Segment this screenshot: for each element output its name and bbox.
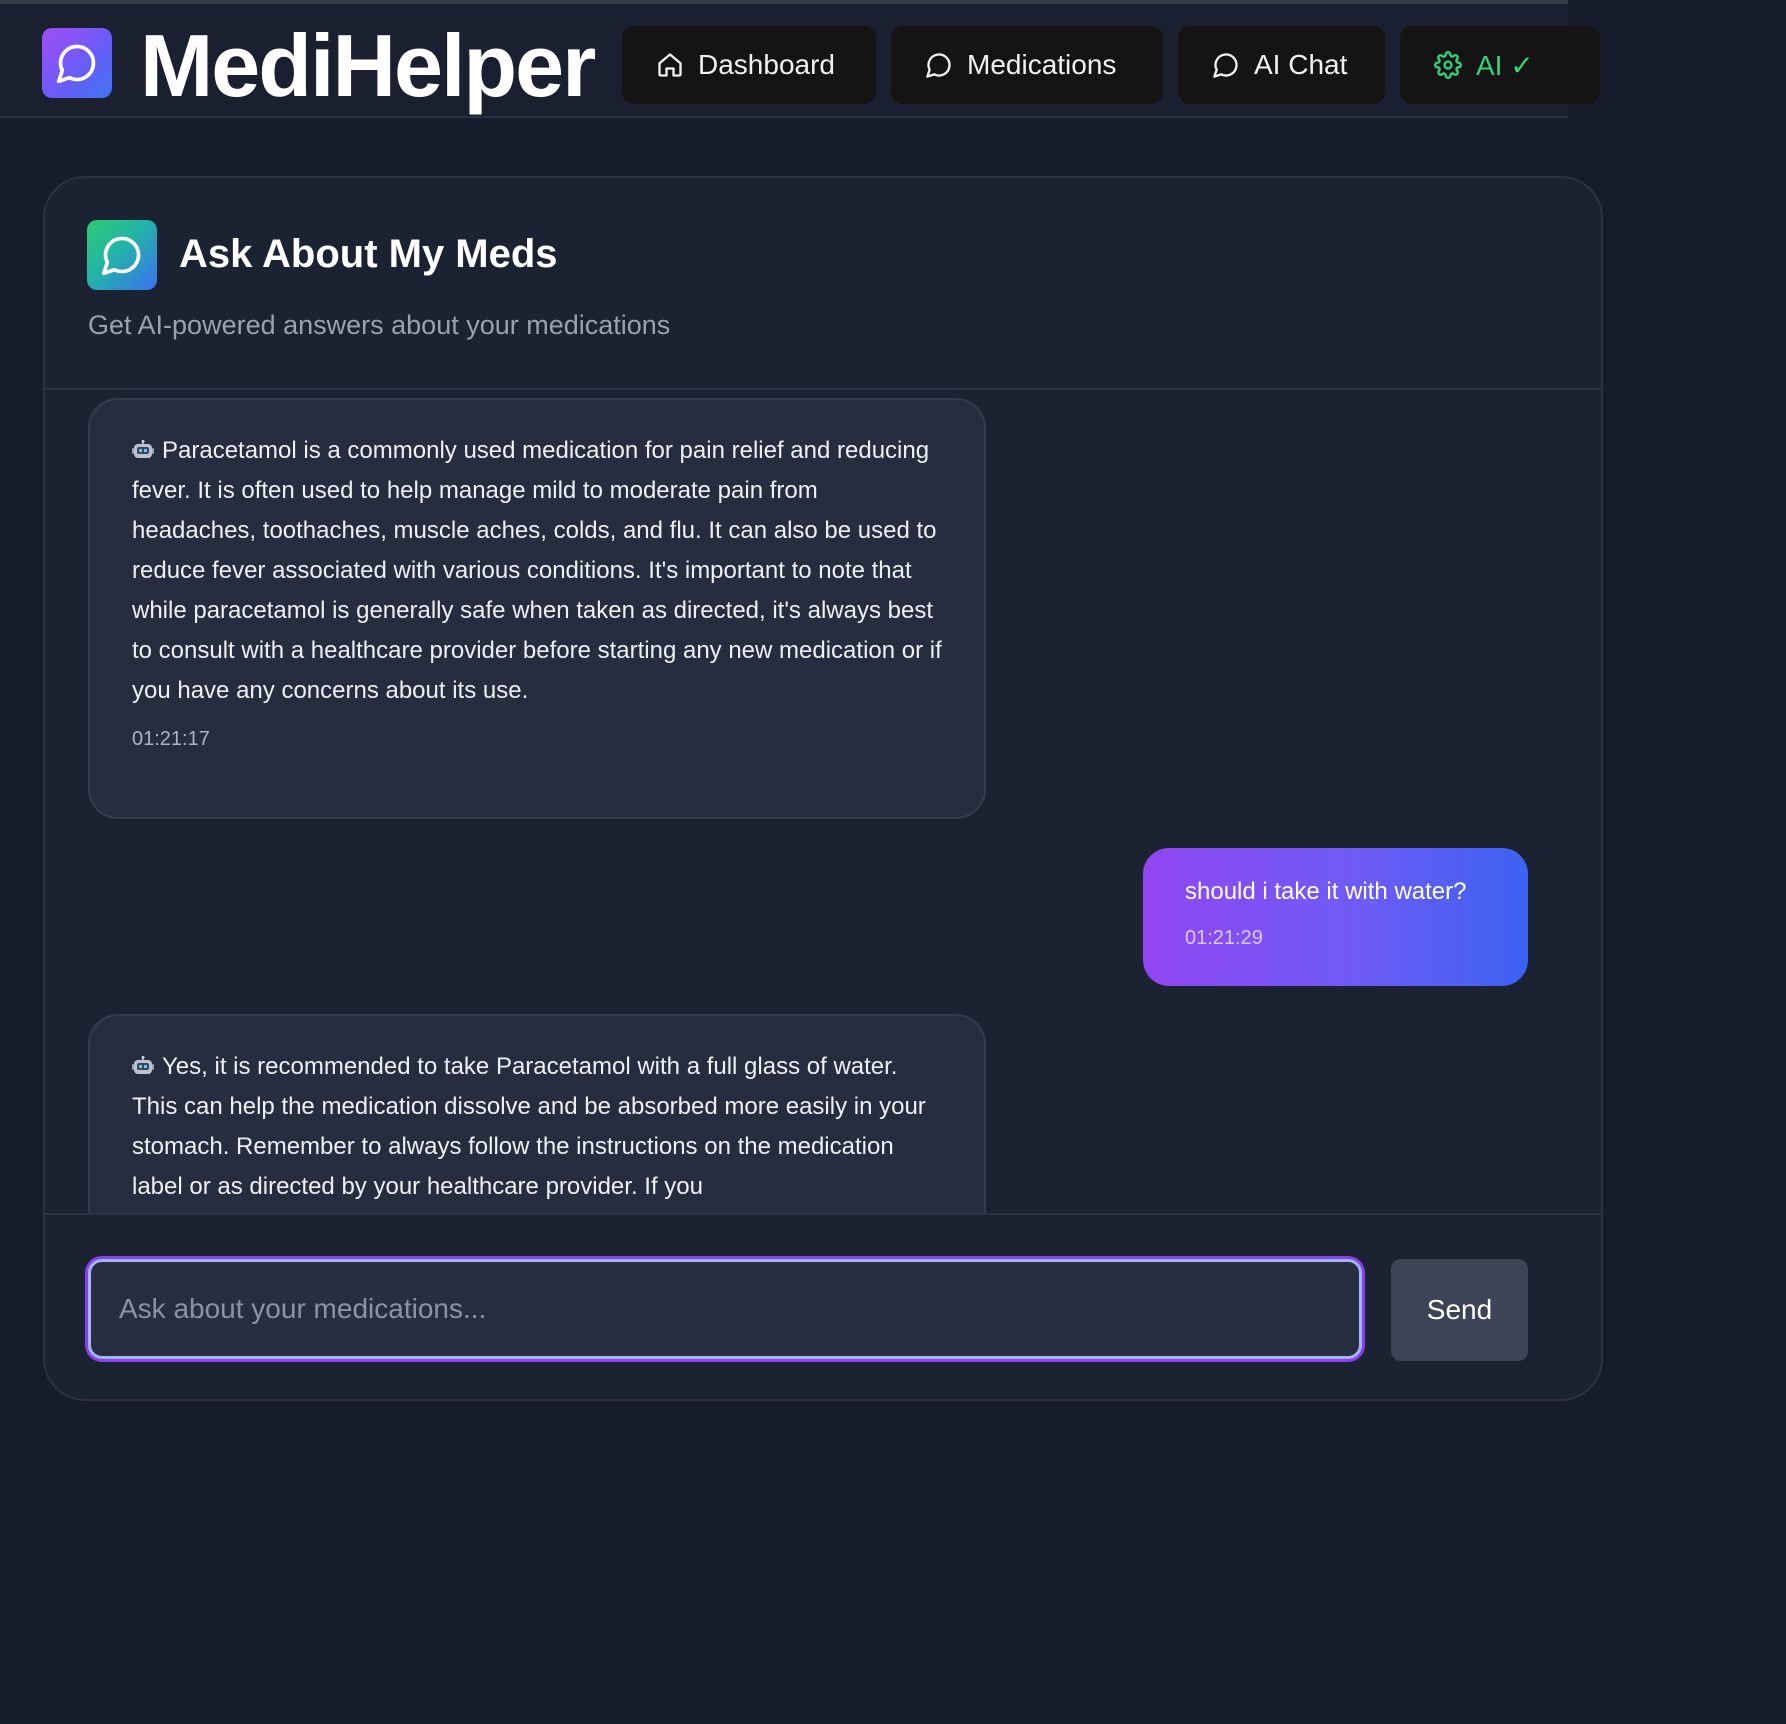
chat-input[interactable] xyxy=(88,1259,1362,1359)
gear-icon xyxy=(1434,51,1462,79)
assistant-message: Paracetamol is a commonly used medicatio… xyxy=(88,398,986,819)
nav-dashboard-label: Dashboard xyxy=(698,49,835,80)
message-list[interactable]: Paracetamol is a commonly used medicatio… xyxy=(45,390,1601,1213)
chat-bubble-icon xyxy=(1213,53,1238,78)
message-timestamp: 01:21:17 xyxy=(132,728,210,750)
nav-ai-chat-button[interactable]: AI Chat xyxy=(1178,26,1385,104)
chat-bubble-icon xyxy=(926,53,951,78)
robot-icon xyxy=(132,1056,154,1074)
nav-medications-label: Medications xyxy=(967,49,1117,80)
chat-card: Ask About My Meds Get AI-powered answers… xyxy=(43,176,1603,1401)
app-title: MediHelper xyxy=(140,16,596,115)
app-logo[interactable] xyxy=(42,28,112,98)
chat-header-icon-box xyxy=(87,220,157,290)
ai-status-label: AI ✓ xyxy=(1476,49,1534,81)
assistant-message: Yes, it is recommended to take Paracetam… xyxy=(88,1014,986,1213)
assistant-message-text: Paracetamol is a commonly used medicatio… xyxy=(132,437,942,704)
ai-status-button[interactable]: AI ✓ xyxy=(1400,26,1600,104)
chat-bubble-icon xyxy=(56,44,96,84)
nav-medications-button[interactable]: Medications xyxy=(891,26,1163,104)
user-message: should i take it with water? 01:21:29 xyxy=(1143,848,1528,986)
chat-bubble-icon xyxy=(101,236,141,276)
chat-header: Ask About My Meds Get AI-powered answers… xyxy=(45,178,1601,390)
home-icon xyxy=(658,53,682,77)
message-timestamp: 01:21:29 xyxy=(1185,927,1263,949)
nav-dashboard-button[interactable]: Dashboard xyxy=(622,26,876,104)
top-navigation-bar: MediHelper Dashboard Medications AI Chat… xyxy=(0,0,1600,118)
chat-subtitle: Get AI-powered answers about your medica… xyxy=(88,310,671,340)
assistant-message-text: Yes, it is recommended to take Paracetam… xyxy=(132,1053,926,1200)
send-button[interactable]: Send xyxy=(1391,1259,1528,1361)
robot-icon xyxy=(132,440,154,458)
chat-input-area: Send xyxy=(45,1213,1601,1399)
nav-ai-chat-label: AI Chat xyxy=(1254,49,1348,80)
chat-title: Ask About My Meds xyxy=(179,232,558,276)
user-message-text: should i take it with water? xyxy=(1185,878,1467,905)
